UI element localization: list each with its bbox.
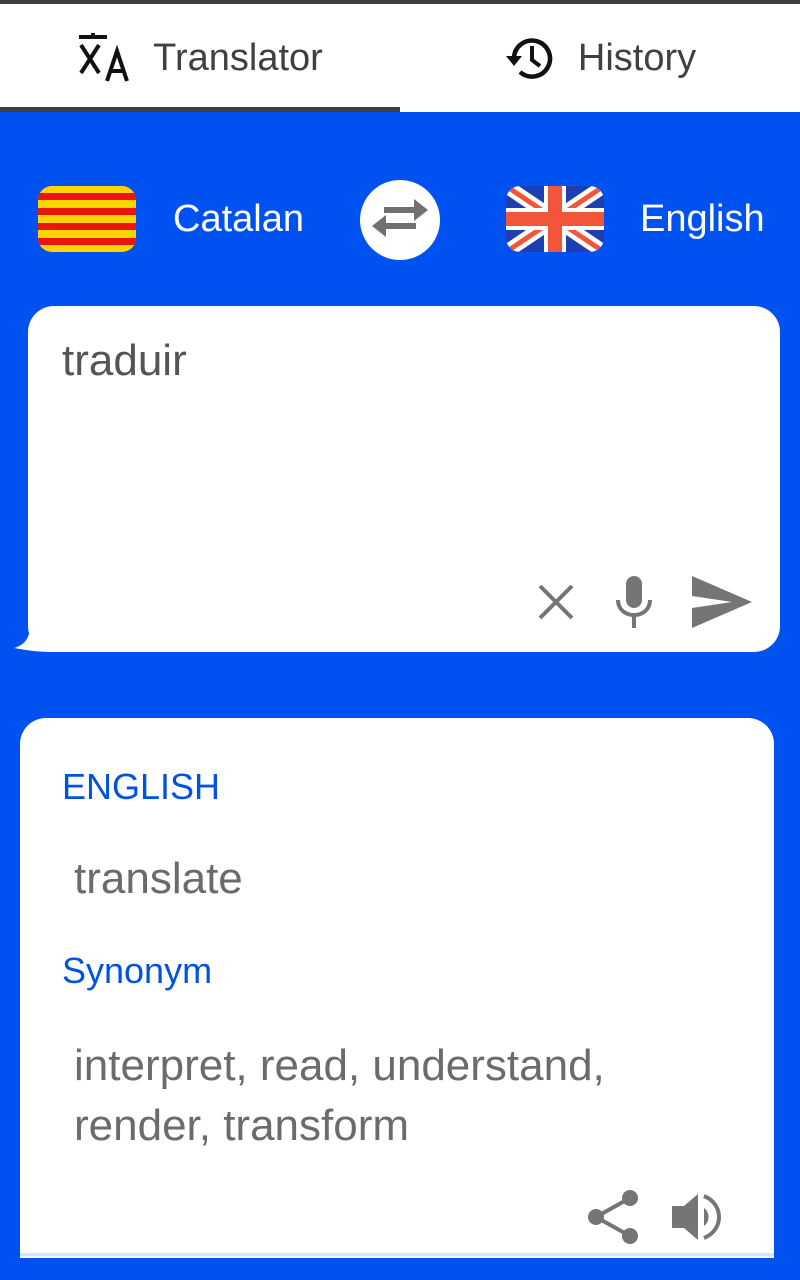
output-actions <box>586 1188 724 1246</box>
catalonia-flag-icon[interactable] <box>38 186 136 252</box>
send-icon[interactable] <box>692 576 752 628</box>
source-language[interactable]: Catalan <box>173 198 304 241</box>
swap-languages-button[interactable] <box>360 180 440 260</box>
synonyms-text: interpret, read, understand, render, tra… <box>74 1041 605 1150</box>
input-actions <box>536 574 752 630</box>
input-card: traduir <box>28 306 780 652</box>
uk-flag-icon[interactable] <box>506 186 604 252</box>
translation-text: translate <box>74 854 243 903</box>
language-selector: Catalan English <box>0 176 800 266</box>
swap-arrows-icon <box>370 195 430 246</box>
source-text-input[interactable]: traduir <box>62 336 187 386</box>
tab-bar: Translator History <box>0 4 800 112</box>
history-icon <box>504 34 556 82</box>
tab-label: History <box>577 36 697 79</box>
synonym-label: Synonym <box>62 950 213 991</box>
microphone-icon[interactable] <box>612 574 656 630</box>
share-icon[interactable] <box>586 1188 640 1246</box>
translation-output-card: ENGLISH translate Synonym interpret, rea… <box>20 718 774 1258</box>
output-language-label: ENGLISH <box>62 766 221 807</box>
clear-icon[interactable] <box>536 582 576 622</box>
tab-translator[interactable]: Translator <box>0 4 400 112</box>
translate-icon <box>77 33 131 83</box>
target-language[interactable]: English <box>640 198 765 241</box>
card-bottom-edge <box>20 1253 774 1256</box>
tab-label: Translator <box>153 36 323 79</box>
speaker-icon[interactable] <box>670 1190 724 1244</box>
tab-history[interactable]: History <box>400 4 800 112</box>
